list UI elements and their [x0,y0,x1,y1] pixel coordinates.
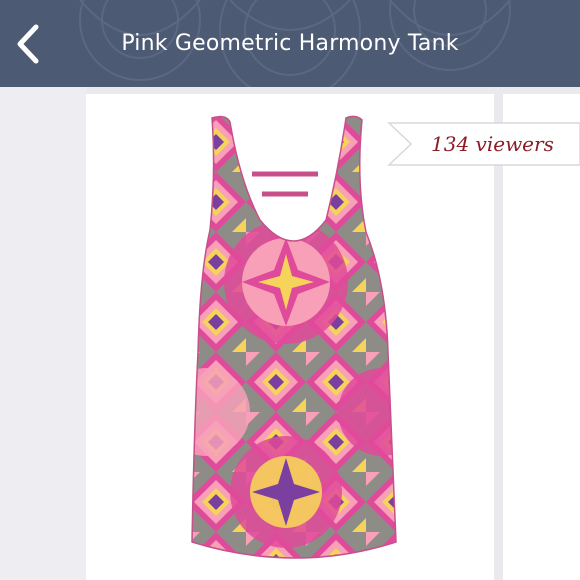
chevron-left-icon [17,24,39,64]
back-button[interactable] [6,20,50,68]
viewers-count: 134 viewers [431,132,554,156]
viewers-ribbon: 134 viewers [387,121,580,167]
left-gutter [0,87,86,580]
page-title: Pink Geometric Harmony Tank [121,31,459,56]
top-nav-bar: Pink Geometric Harmony Tank [0,0,580,87]
tank-top-photo [191,115,397,559]
